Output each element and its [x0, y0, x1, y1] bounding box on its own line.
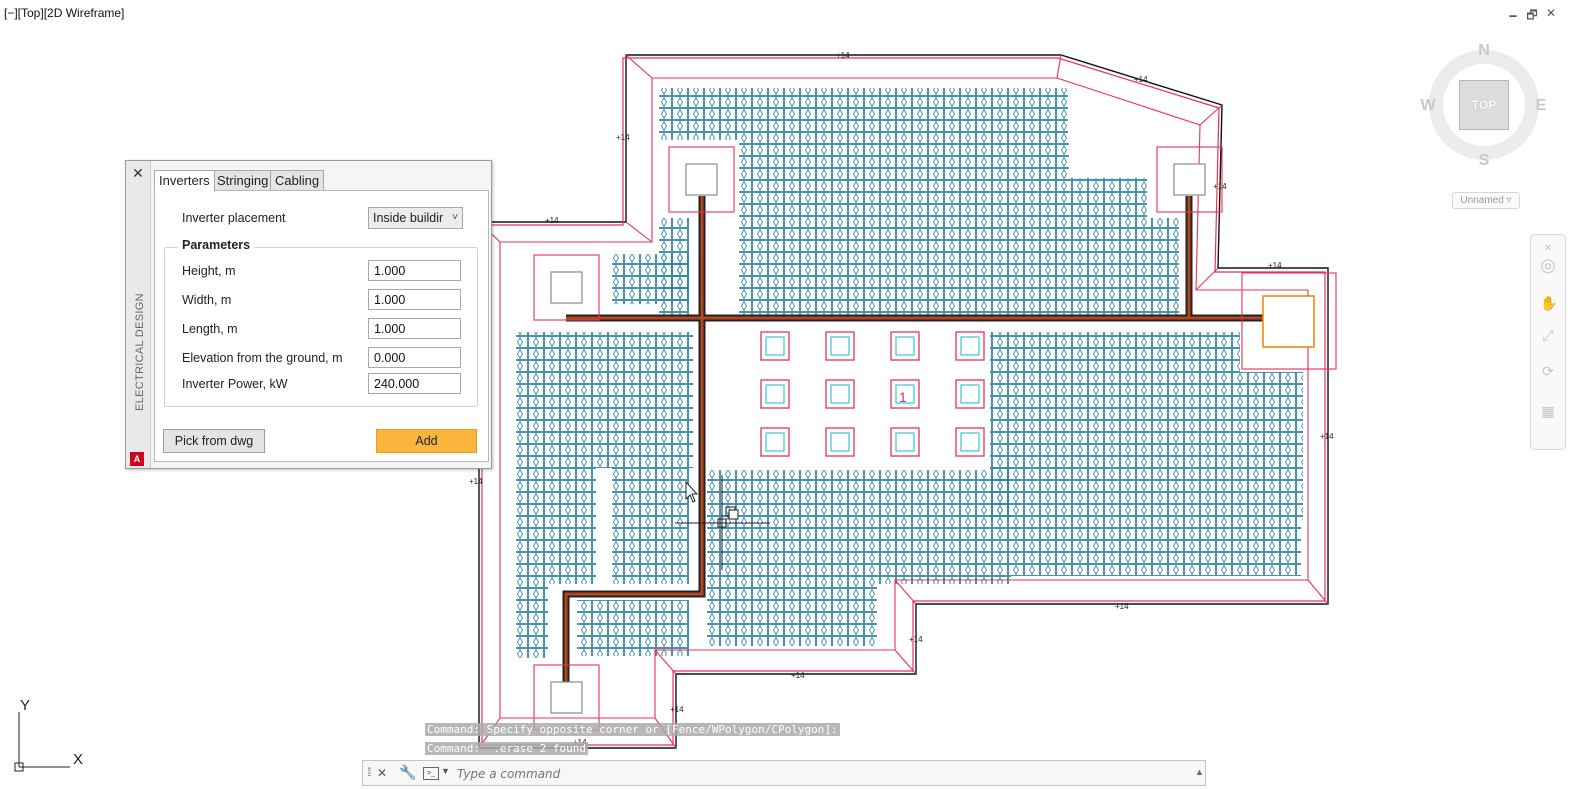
- svg-text:+14: +14: [791, 671, 805, 680]
- panel-title-strip[interactable]: ✕ ELECTRICAL DESIGN A: [126, 161, 151, 468]
- pick-from-dwg-button[interactable]: Pick from dwg: [163, 429, 265, 453]
- tab-inverters[interactable]: Inverters: [154, 170, 215, 192]
- svg-text:+14: +14: [1320, 432, 1334, 441]
- compass-east[interactable]: E: [1531, 97, 1551, 115]
- command-history-line: Command: .erase 2 found: [425, 742, 588, 755]
- restore-icon[interactable]: 🗗: [1524, 6, 1540, 27]
- add-button[interactable]: Add: [376, 429, 477, 453]
- height-label: Height, m: [182, 264, 236, 278]
- svg-text:+14: +14: [909, 635, 923, 644]
- compass-south[interactable]: S: [1474, 152, 1494, 170]
- height-field[interactable]: 1.000: [368, 260, 461, 281]
- customize-wrench-icon[interactable]: 🔧: [399, 764, 416, 781]
- ucs-menu[interactable]: Unnamed ▿: [1452, 192, 1520, 209]
- electrical-design-panel: ✕ ELECTRICAL DESIGN A Inverters Stringin…: [125, 160, 492, 469]
- obstacle-grid[interactable]: [706, 325, 990, 470]
- inverter-placement-value: Inside buildir: [373, 211, 444, 225]
- inverter-placement-select[interactable]: Inside buildir ˅: [368, 207, 463, 229]
- pan-icon[interactable]: ✋: [1540, 295, 1557, 311]
- recent-commands-icon[interactable]: >_: [423, 767, 439, 780]
- inverter-number-label: 1: [899, 389, 907, 405]
- app-logo-icon: A: [130, 452, 144, 466]
- tab-stringing[interactable]: Stringing: [212, 170, 274, 192]
- tab-cabling[interactable]: Cabling: [270, 170, 325, 192]
- ucs-y-label: Y: [20, 697, 31, 714]
- ucs-x-label: X: [73, 751, 84, 768]
- minimize-icon[interactable]: 🗕: [1505, 6, 1521, 27]
- panel-vertical-title: ELECTRICAL DESIGN: [134, 293, 146, 411]
- svg-text:+14: +14: [1115, 602, 1129, 611]
- steering-wheel-icon[interactable]: ◎: [1540, 256, 1556, 274]
- svg-text:+14: +14: [469, 477, 483, 486]
- svg-text:+14: +14: [616, 133, 630, 142]
- close-panel-icon[interactable]: ✕: [131, 165, 145, 182]
- viewport-controls-label[interactable]: [−][Top][2D Wireframe]: [4, 6, 124, 20]
- elevation-label: Elevation from the ground, m: [182, 351, 343, 365]
- close-command-icon[interactable]: ✕: [377, 766, 387, 780]
- inverter-power-field[interactable]: 240.000: [368, 373, 461, 394]
- svg-text:+14: +14: [836, 51, 850, 60]
- svg-text:+14: +14: [1134, 75, 1148, 84]
- width-field[interactable]: 1.000: [368, 289, 461, 310]
- svg-text:+14: +14: [1268, 261, 1282, 270]
- zoom-extents-icon[interactable]: ⤢: [1540, 327, 1556, 343]
- parameters-title: Parameters: [178, 238, 255, 252]
- length-label: Length, m: [182, 322, 238, 336]
- svg-text:+14: +14: [1213, 182, 1227, 191]
- command-history-line: Command: Specify opposite corner or [Fen…: [425, 723, 840, 736]
- command-line: ⁞⁞ ✕ 🔧 >_ ▼ ▲: [362, 760, 1206, 786]
- length-field[interactable]: 1.000: [368, 318, 461, 339]
- inverter-placement-label: Inverter placement: [182, 211, 286, 225]
- command-input[interactable]: [455, 765, 1159, 783]
- svg-text:+14: +14: [545, 216, 559, 225]
- inverter-power-label: Inverter Power, kW: [182, 377, 288, 391]
- chevron-down-icon: ˅: [452, 212, 458, 223]
- close-icon[interactable]: ✕: [1543, 6, 1559, 20]
- viewcube-top-face[interactable]: TOP: [1459, 80, 1509, 130]
- compass-north[interactable]: N: [1474, 42, 1494, 60]
- navigation-bar: ✕ ◎ ✋ ⤢ ⟳ ▦: [1530, 234, 1566, 450]
- ucs-icon: [14, 712, 70, 772]
- elevation-field[interactable]: 0.000: [368, 347, 461, 368]
- width-label: Width, m: [182, 293, 232, 307]
- compass-west[interactable]: W: [1418, 97, 1438, 115]
- svg-text:+14: +14: [670, 705, 684, 714]
- recent-commands-dropdown-icon[interactable]: ▼: [441, 766, 450, 776]
- orbit-icon[interactable]: ⟳: [1540, 363, 1556, 379]
- showmotion-icon[interactable]: ▦: [1540, 403, 1556, 419]
- drag-handle-icon[interactable]: ⁞⁞: [367, 765, 371, 779]
- command-history-toggle-icon[interactable]: ▲: [1195, 767, 1204, 777]
